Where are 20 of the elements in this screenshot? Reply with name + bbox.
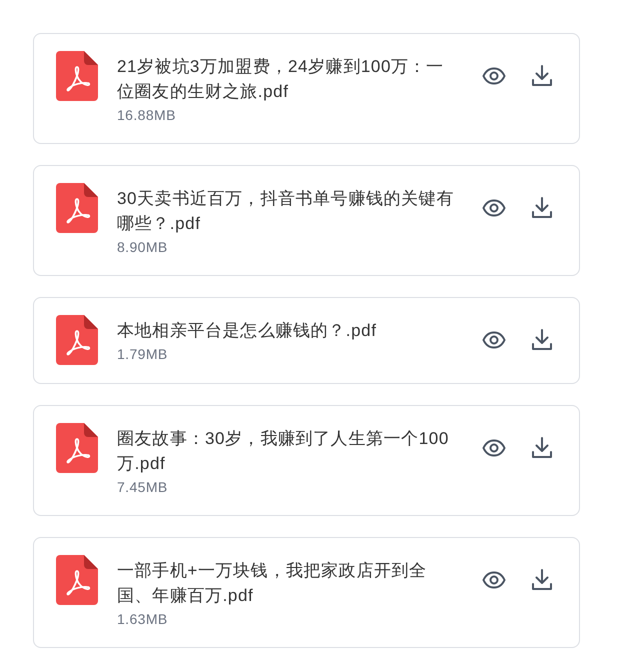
download-icon [530, 64, 554, 88]
file-name: 21岁被坑3万加盟费，24岁赚到100万：一位圈友的生财之旅.pdf [117, 56, 445, 103]
file-name: 一部手机+一万块钱，我把家政店开到全国、年赚百万.pdf [117, 560, 428, 607]
pdf-file-icon [56, 423, 98, 473]
download-icon [530, 196, 554, 220]
download-icon [530, 436, 554, 460]
file-size: 1.63MB [117, 610, 169, 629]
pdf-file-icon [56, 315, 98, 365]
file-size: 7.45MB [117, 478, 169, 497]
pdf-file-icon [56, 51, 98, 101]
pdf-file-icon [56, 183, 98, 233]
file-name: 圈友故事：30岁，我赚到了人生第一个100万.pdf [117, 428, 450, 475]
download-icon [530, 328, 554, 352]
download-icon [530, 568, 554, 592]
file-size: 1.79MB [117, 345, 169, 364]
file-name: 30天卖书近百万，抖音书单号赚钱的关键有哪些？.pdf [117, 188, 455, 235]
pdf-file-icon [56, 555, 98, 605]
file-size: 16.88MB [117, 106, 177, 125]
file-name: 本地相亲平台是怎么赚钱的？.pdf [117, 320, 378, 342]
file-size: 8.90MB [117, 238, 169, 257]
